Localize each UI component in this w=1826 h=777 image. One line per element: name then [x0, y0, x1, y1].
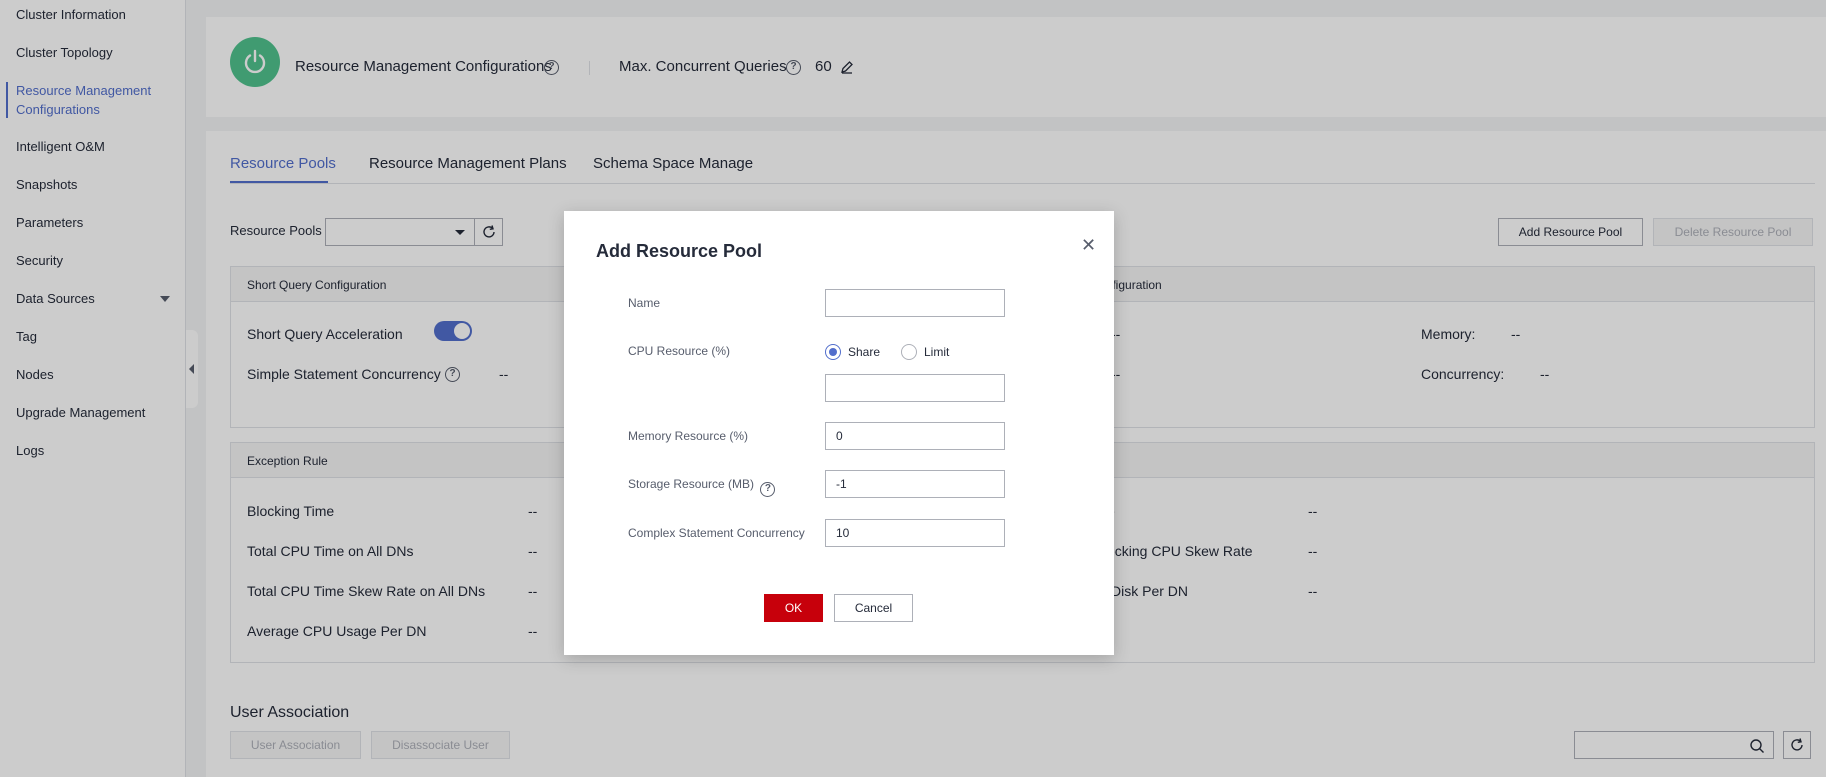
cancel-button[interactable]: Cancel [834, 594, 913, 622]
close-icon[interactable]: ✕ [1081, 236, 1096, 254]
limit-radio-label: Limit [924, 345, 950, 359]
limit-radio[interactable] [901, 344, 917, 360]
cpu-resource-label: CPU Resource (%) [628, 344, 731, 358]
cpu-resource-field[interactable] [825, 374, 1005, 402]
storage-resource-label: Storage Resource (MB) ? [628, 477, 776, 497]
storage-resource-field[interactable] [825, 470, 1005, 498]
complex-concurrency-field[interactable] [825, 519, 1005, 547]
help-icon[interactable]: ? [760, 482, 776, 497]
ok-button[interactable]: OK [764, 594, 823, 622]
share-radio-label: Share [848, 345, 881, 359]
name-field[interactable] [825, 289, 1005, 317]
share-radio[interactable] [825, 344, 841, 360]
dialog-title: Add Resource Pool [596, 241, 763, 261]
memory-resource-label: Memory Resource (%) [628, 429, 749, 443]
complex-concurrency-label: Complex Statement Concurrency [628, 526, 805, 540]
add-resource-pool-dialog: Add Resource Pool ✕ Name CPU Resource (%… [564, 211, 1114, 655]
storage-resource-text: Storage Resource (MB) [628, 477, 755, 491]
memory-resource-field[interactable] [825, 422, 1005, 450]
name-label: Name [628, 296, 661, 310]
